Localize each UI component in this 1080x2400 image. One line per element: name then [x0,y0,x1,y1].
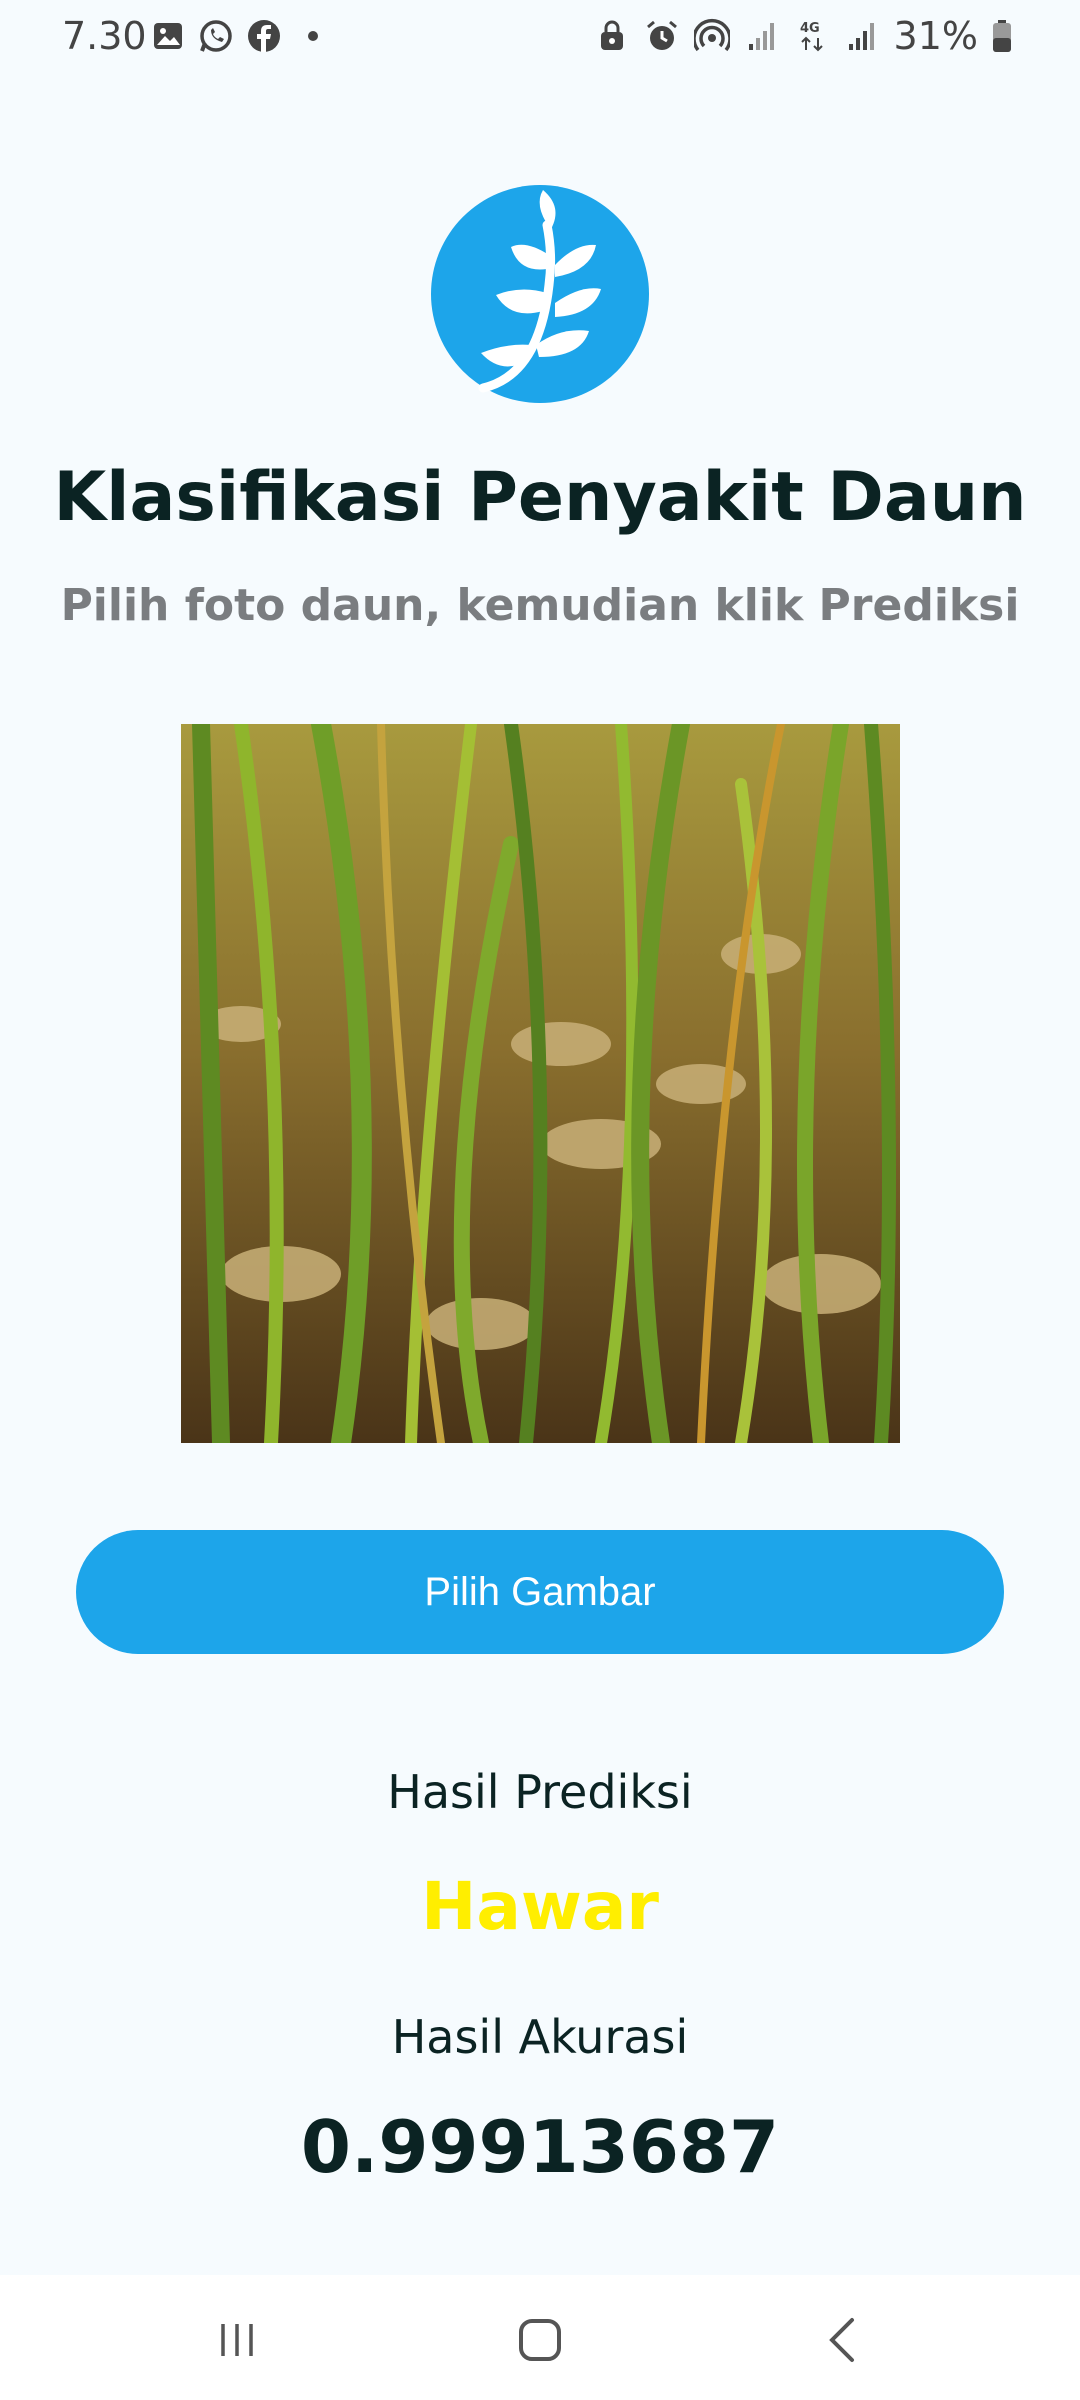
hotspot-icon [693,18,730,54]
prediction-value: Hawar [421,1868,659,1945]
battery-percent: 31% [893,14,978,58]
recent-apps-icon [221,2324,253,2356]
more-notifications-dot [308,31,318,41]
signal-icon-2 [844,18,880,54]
home-button[interactable] [495,2305,585,2375]
lock-icon [594,18,630,54]
page-subtitle: Pilih foto daun, kemudian klik Prediksi [60,580,1020,631]
leaf-icon [431,185,649,403]
status-bar: 7.30 4G 31% [0,0,1080,80]
system-icons: 4G 31% [594,14,1020,58]
accuracy-label: Hasil Akurasi [391,2010,689,2064]
facebook-icon [246,18,282,54]
page-title: Klasifikasi Penyakit Daun [53,458,1027,537]
gallery-icon [150,18,186,54]
pick-image-button[interactable]: Pilih Gambar [76,1530,1004,1654]
recent-apps-button[interactable] [192,2305,282,2375]
svg-text:4G: 4G [800,21,820,36]
accuracy-value: 0.99913687 [300,2105,780,2189]
prediction-label: Hasil Prediksi [387,1765,693,1819]
back-icon [829,2318,854,2362]
back-button[interactable] [797,2305,887,2375]
4g-icon: 4G [794,18,830,54]
selected-leaf-image [181,724,900,1443]
app-logo [431,185,649,403]
signal-icon [744,18,780,54]
navigation-bar [0,2275,1080,2400]
alarm-icon [644,18,680,54]
status-time: 7.30 [62,14,147,58]
whatsapp-icon [198,18,234,54]
notification-icons [150,18,318,54]
home-icon [519,2319,561,2361]
battery-icon [984,18,1020,54]
